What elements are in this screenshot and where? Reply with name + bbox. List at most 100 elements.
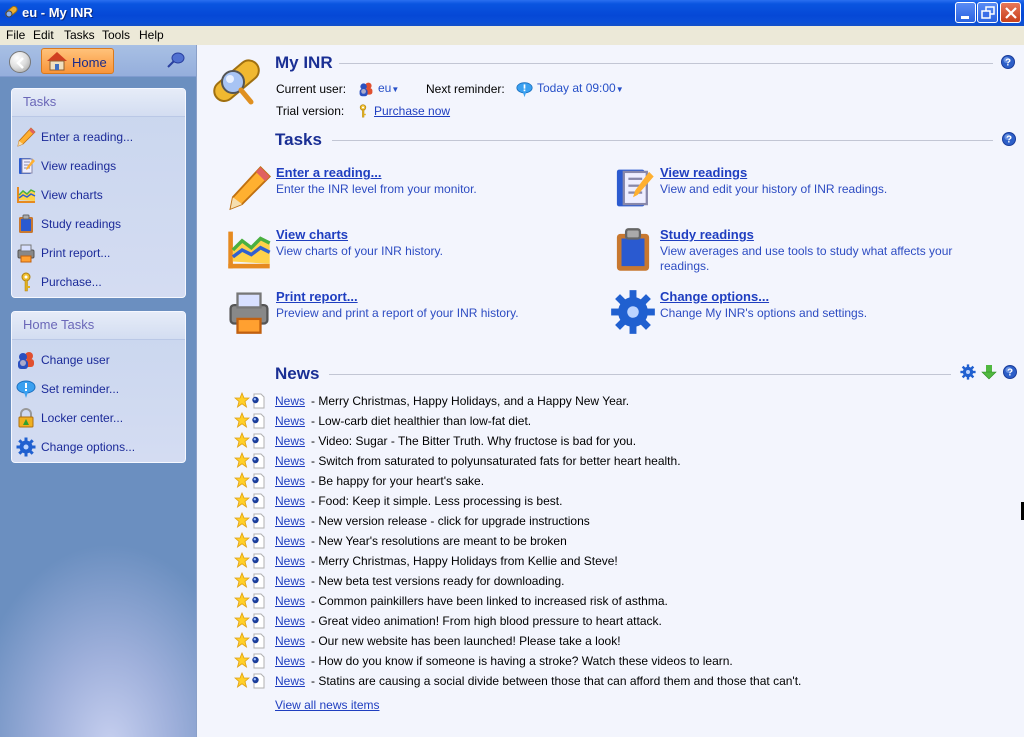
next-reminder-label: Next reminder: (426, 82, 505, 96)
news-link[interactable]: News (275, 554, 305, 568)
task-title-link[interactable]: Change options... (660, 289, 769, 304)
menu-bar: File Edit Tasks Tools Help (0, 26, 1024, 45)
next-reminder-value: Today at 09:00 (537, 81, 616, 95)
pin-icon[interactable] (166, 51, 186, 69)
help-icon[interactable] (1003, 365, 1017, 379)
news-item: News - New version release - click for up… (234, 512, 834, 530)
menu-tasks[interactable]: Tasks (64, 28, 95, 42)
news-headline: - Low-carb diet healthier than low-fat d… (311, 414, 532, 428)
sidebar-item-print-report[interactable]: Print report... (16, 242, 181, 264)
star-icon (234, 612, 250, 628)
task-print-report[interactable]: Print report... Preview and print a repo… (226, 289, 586, 339)
task-title-link[interactable]: Study readings (660, 227, 754, 242)
task-change-options[interactable]: Change options... Change My INR's option… (610, 289, 970, 339)
sidebar-item-study-readings[interactable]: Study readings (16, 213, 181, 235)
restore-button[interactable] (977, 2, 998, 23)
news-link[interactable]: News (275, 614, 305, 628)
window-title: eu - My INR (22, 5, 93, 20)
news-link[interactable]: News (275, 674, 305, 688)
news-headline: - New version release - click for upgrad… (311, 514, 590, 528)
news-link[interactable]: News (275, 494, 305, 508)
news-item: News - Great video animation! From high b… (234, 612, 834, 630)
user-icon (358, 81, 374, 97)
task-title-link[interactable]: View charts (276, 227, 348, 242)
purchase-now-link[interactable]: Purchase now (374, 104, 450, 118)
current-user-value: eu (378, 81, 392, 95)
news-section-title: News (275, 364, 320, 383)
menu-edit[interactable]: Edit (33, 28, 54, 42)
my-inr-logo-icon (213, 59, 260, 105)
download-arrow-icon[interactable] (981, 364, 997, 380)
chart-icon (226, 227, 272, 273)
sidebar-item-change-options[interactable]: Change options... (16, 436, 181, 458)
news-link[interactable]: News (275, 514, 305, 528)
close-button[interactable] (1000, 2, 1021, 23)
next-reminder-dropdown[interactable]: Today at 09:00▼ (537, 81, 624, 95)
app-icon (5, 5, 18, 18)
news-item: News - New Year's resolutions are meant t… (234, 532, 834, 550)
star-icon (234, 572, 250, 588)
task-study-readings[interactable]: Study readings View averages and use too… (610, 227, 970, 277)
news-item: News - Common painkillers have been linke… (234, 592, 834, 610)
news-link[interactable]: News (275, 414, 305, 428)
help-icon[interactable] (1002, 132, 1016, 146)
sidebar-item-view-readings[interactable]: View readings (16, 155, 181, 177)
lock-icon (16, 408, 36, 428)
menu-tools[interactable]: Tools (102, 28, 130, 42)
news-headline: - Merry Christmas, Happy Holidays from K… (311, 554, 618, 568)
sidebar-item-enter-reading[interactable]: Enter a reading... (16, 126, 181, 148)
news-item: News - Statins are causing a social divid… (234, 672, 834, 690)
news-headline: - New Year's resolutions are meant to be… (311, 534, 567, 548)
current-user-dropdown[interactable]: eu▼ (378, 81, 399, 95)
news-link[interactable]: News (275, 654, 305, 668)
star-icon (234, 412, 250, 428)
back-button[interactable] (9, 51, 31, 73)
task-view-readings[interactable]: View readings View and edit your history… (610, 165, 970, 215)
sidebar-item-purchase[interactable]: Purchase... (16, 271, 181, 293)
help-icon[interactable] (1001, 55, 1015, 69)
news-document-icon (251, 653, 265, 669)
task-description: View and edit your history of INR readin… (660, 182, 888, 196)
news-item: News - Low-carb diet healthier than low-f… (234, 412, 834, 430)
menu-help[interactable]: Help (139, 28, 164, 42)
news-item: News - Our new website has been launched!… (234, 632, 834, 650)
news-headline: - How do you know if someone is having a… (311, 654, 733, 668)
sidebar-item-set-reminder[interactable]: Set reminder... (16, 378, 181, 400)
news-item: News - Food: Keep it simple. Less process… (234, 492, 834, 510)
news-headline: - Food: Keep it simple. Less processing … (311, 494, 563, 508)
task-enter-reading[interactable]: Enter a reading... Enter the INR level f… (226, 165, 586, 215)
news-link[interactable]: News (275, 434, 305, 448)
task-title-link[interactable]: View readings (660, 165, 747, 180)
task-title-link[interactable]: Print report... (276, 289, 358, 304)
news-link[interactable]: News (275, 474, 305, 488)
news-settings-gear-icon[interactable] (960, 364, 976, 380)
view-all-news-link[interactable]: View all news items (275, 698, 379, 712)
news-document-icon (251, 573, 265, 589)
news-link[interactable]: News (275, 634, 305, 648)
task-description: Preview and print a report of your INR h… (276, 306, 519, 320)
news-headline: - Video: Sugar - The Bitter Truth. Why f… (311, 434, 637, 448)
news-link[interactable]: News (275, 594, 305, 608)
sidebar-item-change-user[interactable]: Change user (16, 349, 181, 371)
task-description: Change My INR's options and settings. (660, 306, 868, 320)
news-link[interactable]: News (275, 574, 305, 588)
menu-file[interactable]: File (6, 28, 25, 42)
task-description: Enter the INR level from your monitor. (276, 182, 477, 196)
task-view-charts[interactable]: View charts View charts of your INR hist… (226, 227, 586, 277)
news-item: News - How do you know if someone is havi… (234, 652, 834, 670)
sidebar-item-view-charts[interactable]: View charts (16, 184, 181, 206)
news-link[interactable]: News (275, 454, 305, 468)
news-link[interactable]: News (275, 394, 305, 408)
sidebar-item-locker-center[interactable]: Locker center... (16, 407, 181, 429)
home-button[interactable]: Home (41, 48, 114, 74)
chart-icon (16, 185, 36, 205)
restore-icon (981, 6, 995, 19)
news-document-icon (251, 413, 265, 429)
news-headline: - Great video animation! From high blood… (311, 614, 662, 628)
news-document-icon (251, 473, 265, 489)
news-document-icon (251, 513, 265, 529)
task-title-link[interactable]: Enter a reading... (276, 165, 381, 180)
news-link[interactable]: News (275, 534, 305, 548)
minimize-button[interactable] (955, 2, 976, 23)
task-description: View charts of your INR history. (276, 244, 443, 258)
